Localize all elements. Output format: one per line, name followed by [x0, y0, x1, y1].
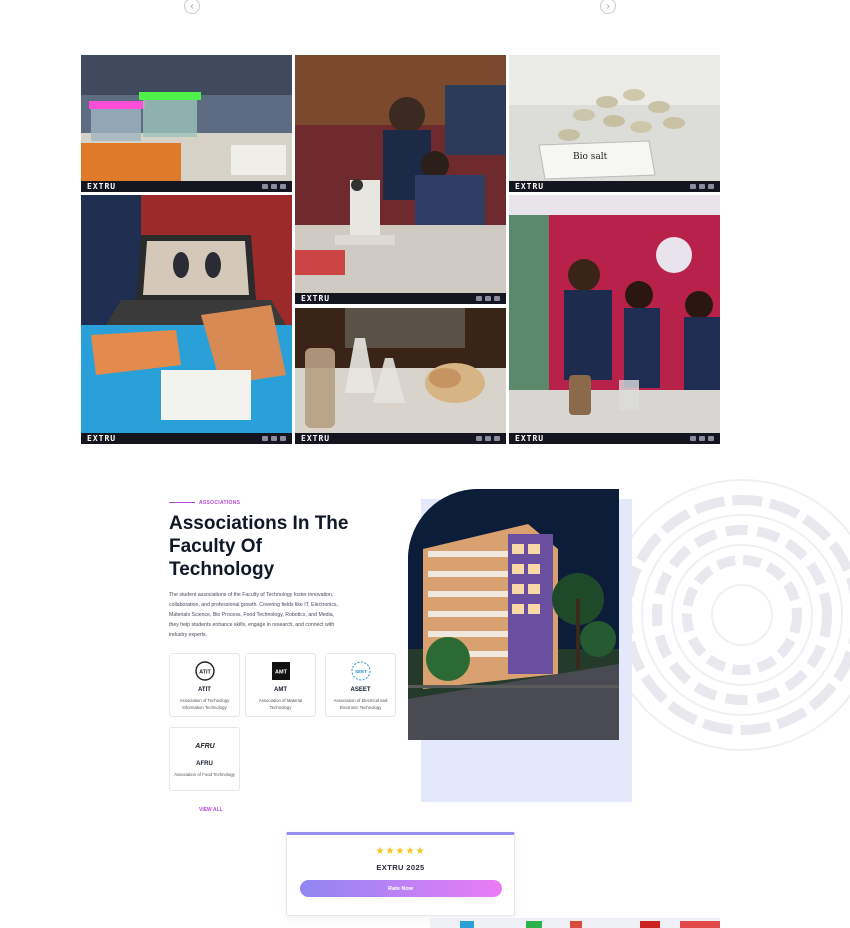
atit-logo-icon: ATIT [194, 660, 216, 682]
extru-brand-text: EXTRU [515, 434, 545, 443]
rate-now-button[interactable]: Rate Now [299, 880, 502, 897]
svg-text:AFRU: AFRU [194, 743, 215, 750]
photo-watermark-bar: EXTRU [509, 433, 720, 444]
gallery-photo[interactable]: EXTRU [81, 195, 292, 444]
kicker-line [169, 502, 195, 503]
faculty-building-image [408, 489, 619, 740]
photo-watermark-bar: EXTRU [295, 433, 506, 444]
association-card-aseet[interactable]: SEET ASEET Association of Electrical and… [325, 653, 396, 717]
gallery-photo[interactable]: EXTRU [509, 195, 720, 444]
view-all-link[interactable]: VIEW ALL [199, 807, 223, 813]
photo-watermark-bar: EXTRU [81, 433, 292, 444]
carousel-next-button[interactable]: › [600, 0, 616, 14]
amt-logo-icon: AMT [270, 660, 292, 682]
card-full-name: Association of Technology Information Te… [179, 698, 230, 710]
rating-title: EXTRU 2025 [376, 863, 425, 872]
rating-card: ★★★★★ EXTRU 2025 Rate Now [286, 832, 515, 916]
card-abbr: AMT [274, 687, 287, 693]
extru-brand-text: EXTRU [301, 294, 331, 303]
chevron-left-icon: ‹ [190, 0, 194, 12]
carousel-prev-button[interactable]: ‹ [184, 0, 200, 14]
gallery-photo[interactable]: Bio salt EXTRU [509, 55, 720, 192]
card-abbr: ATIT [198, 687, 211, 693]
next-section-image [430, 918, 720, 928]
extru-brand-text: EXTRU [87, 182, 117, 191]
card-abbr: ASEET [350, 687, 371, 693]
card-full-name: Association of Material Technology [258, 698, 303, 710]
chevron-right-icon: › [606, 0, 610, 12]
card-abbr: AFRU [196, 761, 213, 767]
photo-watermark-bar: EXTRU [295, 293, 506, 304]
photo-watermark-bar: EXTRU [509, 181, 720, 192]
extru-brand-text: EXTRU [301, 434, 331, 443]
star-rating-icon: ★★★★★ [375, 846, 426, 857]
afru-logo-icon: AFRU [194, 734, 216, 756]
exhibit-boxes-image [81, 55, 292, 192]
decorative-pattern-icon [632, 470, 850, 760]
flasks-samples-image [295, 308, 506, 444]
gallery-photo[interactable]: EXTRU [295, 55, 506, 304]
svg-text:SEET: SEET [355, 669, 367, 674]
bio-salt-label: Bio salt [573, 152, 608, 162]
section-kicker: ASSOCIATIONS [199, 500, 241, 506]
extru-brand-text: EXTRU [515, 182, 545, 191]
gallery-photo[interactable]: EXTRU [295, 308, 506, 444]
microscope-image [295, 55, 506, 304]
bio-salt-image [509, 55, 720, 192]
aseet-logo-icon: SEET [350, 660, 372, 682]
extru-brand-text: EXTRU [87, 434, 117, 443]
gallery-photo[interactable]: EXTRU [81, 55, 292, 192]
section-heading: Associations In The Faculty Of Technolog… [169, 513, 349, 580]
card-full-name: Association of Electrical and Electronic… [333, 698, 388, 710]
svg-text:AMT: AMT [275, 670, 288, 676]
association-card-atit[interactable]: ATIT ATIT Association of Technology Info… [169, 653, 240, 717]
association-card-afru[interactable]: AFRU AFRU Association of Food Technology [169, 727, 240, 791]
section-description: The student associations of the Faculty … [169, 592, 338, 638]
photo-watermark-bar: EXTRU [81, 181, 292, 192]
association-card-amt[interactable]: AMT AMT Association of Material Technolo… [245, 653, 316, 717]
svg-text:ATIT: ATIT [199, 670, 211, 676]
footprint-models-image [81, 195, 292, 444]
students-stall-image [509, 195, 720, 444]
card-full-name: Association of Food Technology [174, 772, 235, 777]
